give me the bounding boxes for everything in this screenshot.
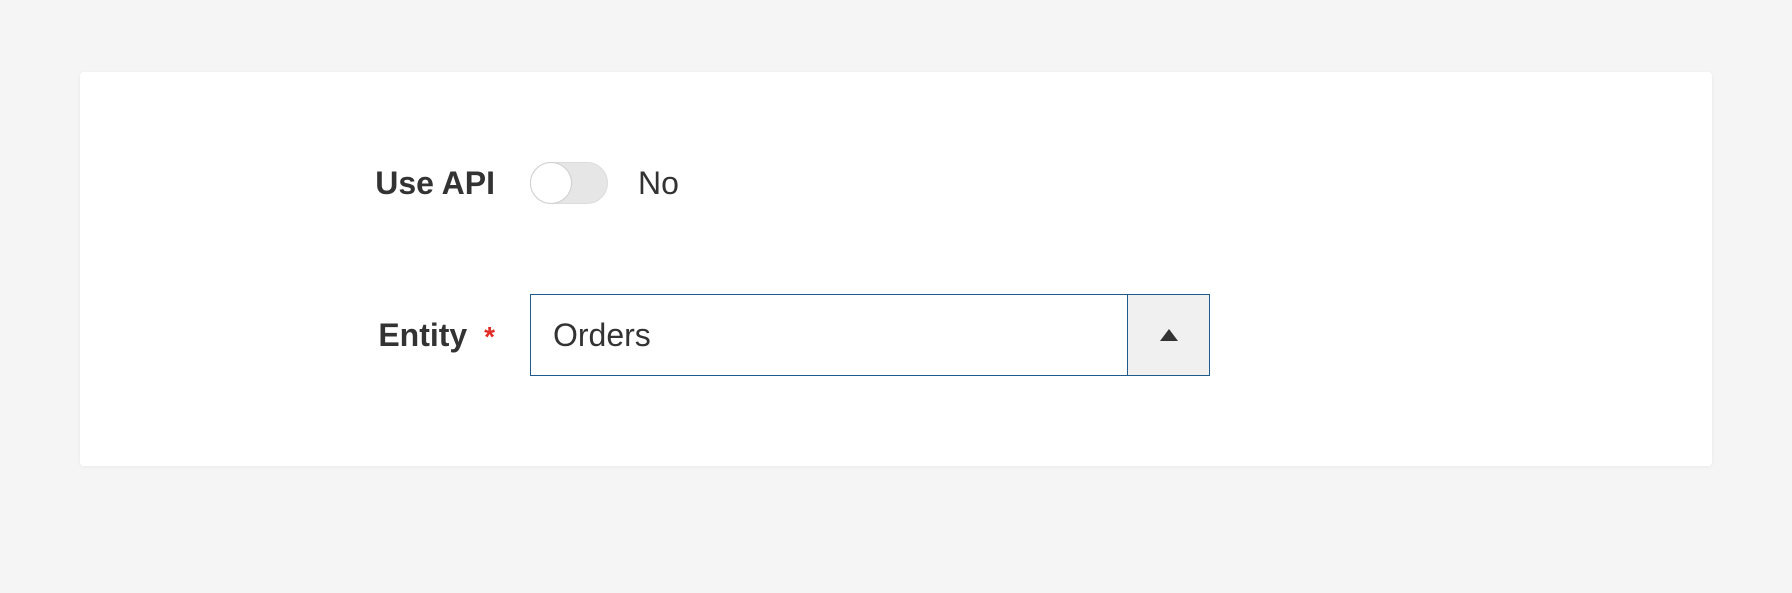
entity-select[interactable]: Orders — [530, 294, 1210, 376]
use-api-label-text: Use API — [375, 165, 495, 201]
form-card: Use API No Entity * Orders — [80, 72, 1712, 466]
required-mark: * — [484, 321, 495, 352]
use-api-toggle[interactable] — [530, 162, 608, 204]
use-api-label: Use API — [150, 165, 530, 202]
toggle-knob — [530, 162, 572, 204]
entity-select-handle[interactable] — [1127, 295, 1209, 375]
entity-row: Entity * Orders — [150, 294, 1642, 376]
entity-label-text: Entity — [378, 317, 467, 353]
use-api-row: Use API No — [150, 162, 1642, 204]
entity-control: Orders — [530, 294, 1210, 376]
entity-select-value: Orders — [531, 295, 1127, 375]
entity-label: Entity * — [150, 317, 530, 354]
use-api-control: No — [530, 162, 679, 204]
use-api-state-text: No — [638, 165, 679, 202]
caret-up-icon — [1160, 329, 1178, 341]
